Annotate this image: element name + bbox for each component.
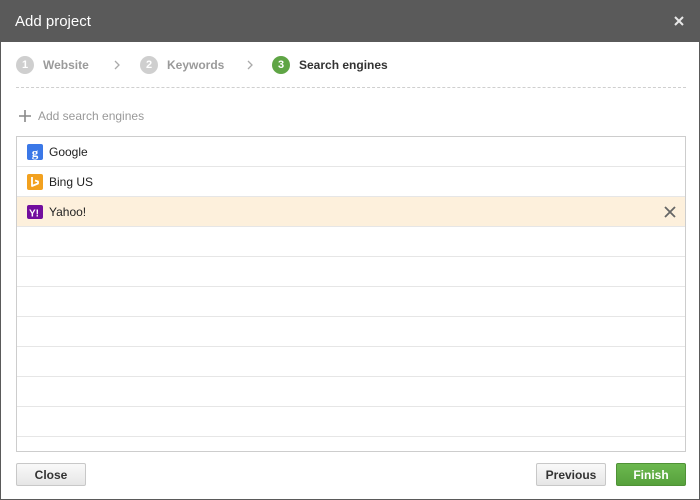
dialog-title: Add project bbox=[15, 13, 91, 30]
step-label: Website bbox=[43, 58, 89, 72]
empty-row bbox=[17, 317, 685, 347]
close-icon[interactable] bbox=[671, 13, 687, 29]
bing-icon bbox=[27, 174, 43, 190]
finish-button[interactable]: Finish bbox=[616, 463, 686, 486]
google-icon: g bbox=[27, 144, 43, 160]
engine-name: Yahoo! bbox=[49, 205, 87, 219]
engine-name: Bing US bbox=[49, 175, 94, 189]
svg-text:Y!: Y! bbox=[29, 209, 39, 220]
empty-row bbox=[17, 377, 685, 407]
add-project-dialog: Add project 1 Website 2 Keywords 3 Searc… bbox=[0, 0, 700, 500]
empty-row bbox=[17, 287, 685, 317]
list-item[interactable]: g Google bbox=[17, 137, 685, 167]
chevron-right-icon bbox=[114, 60, 120, 70]
empty-row bbox=[17, 347, 685, 377]
divider bbox=[16, 87, 686, 88]
remove-icon[interactable] bbox=[663, 205, 677, 219]
step-number: 2 bbox=[140, 56, 158, 74]
search-engine-list: g Google Bing US Y! Yahoo! bbox=[16, 136, 686, 452]
step-keywords[interactable]: 2 Keywords bbox=[140, 55, 224, 75]
svg-text:g: g bbox=[32, 145, 39, 160]
list-item[interactable]: Bing US bbox=[17, 167, 685, 197]
step-search-engines[interactable]: 3 Search engines bbox=[272, 55, 388, 75]
empty-row bbox=[17, 437, 685, 451]
dialog-titlebar: Add project bbox=[1, 1, 699, 42]
step-number: 3 bbox=[272, 56, 290, 74]
add-search-engines-link[interactable]: Add search engines bbox=[19, 107, 144, 125]
empty-row bbox=[17, 407, 685, 437]
engine-name: Google bbox=[49, 145, 88, 159]
yahoo-icon: Y! bbox=[27, 205, 43, 220]
wizard-steps: 1 Website 2 Keywords 3 Search engines bbox=[16, 55, 686, 75]
list-item-selected[interactable]: Y! Yahoo! bbox=[17, 197, 685, 227]
step-label: Keywords bbox=[167, 58, 225, 72]
previous-button[interactable]: Previous bbox=[536, 463, 606, 486]
empty-row bbox=[17, 257, 685, 287]
step-website[interactable]: 1 Website bbox=[16, 55, 89, 75]
empty-row bbox=[17, 227, 685, 257]
plus-icon bbox=[19, 110, 31, 122]
close-button[interactable]: Close bbox=[16, 463, 86, 486]
step-number: 1 bbox=[16, 56, 34, 74]
add-search-engines-label: Add search engines bbox=[38, 109, 145, 123]
step-label: Search engines bbox=[299, 58, 388, 72]
chevron-right-icon bbox=[247, 60, 253, 70]
